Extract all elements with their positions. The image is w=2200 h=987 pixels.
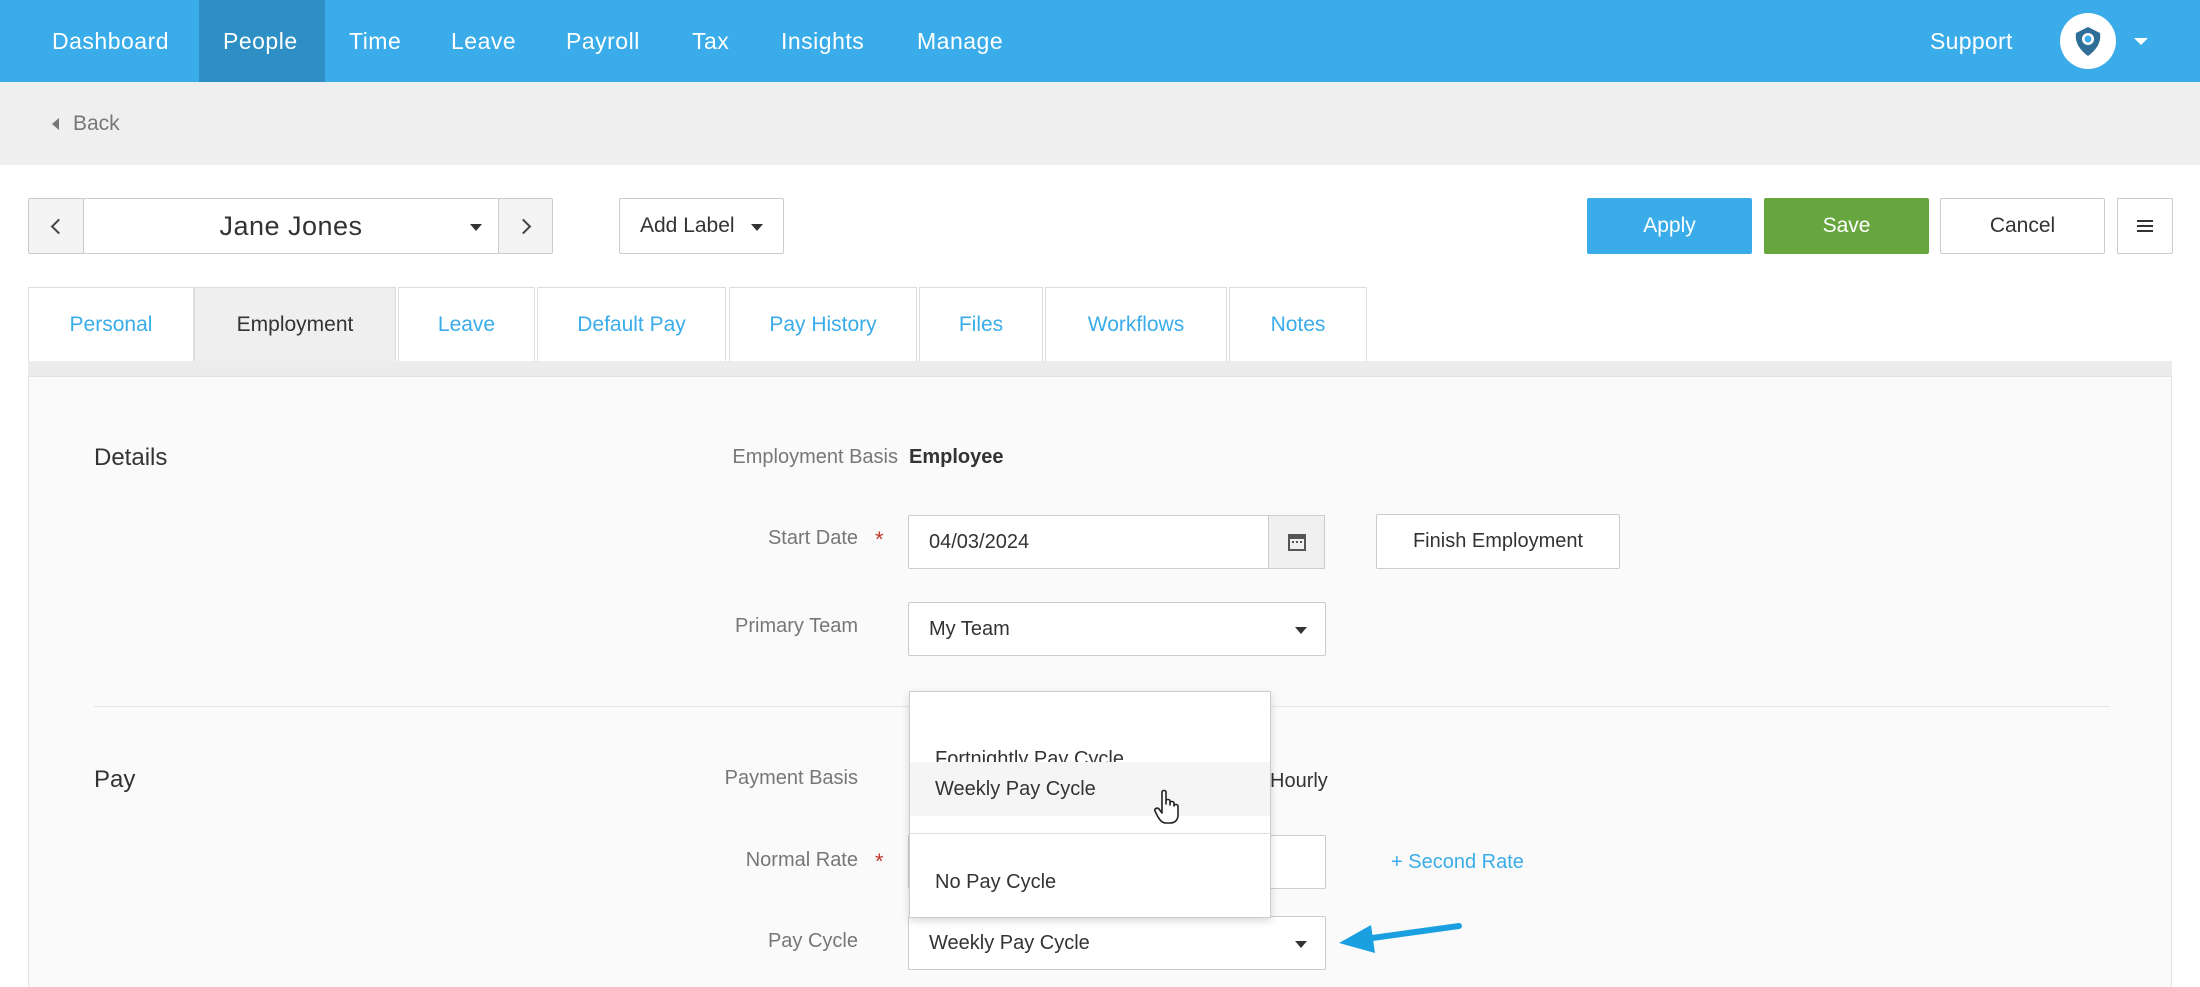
avatar-chevron-down-icon[interactable] (2134, 38, 2148, 45)
nav-insights[interactable]: Insights (757, 0, 888, 82)
nav-time[interactable]: Time (325, 0, 425, 82)
annotation-arrow-icon (1339, 923, 1462, 953)
apply-button[interactable]: Apply (1587, 198, 1752, 254)
nav-dashboard[interactable]: Dashboard (28, 0, 193, 82)
employment-basis-label: Employment Basis (732, 446, 898, 468)
required-marker: * (875, 527, 884, 552)
user-logo-icon (2075, 27, 2101, 56)
employee-select[interactable]: Jane Jones (83, 198, 499, 254)
nav-manage[interactable]: Manage (893, 0, 1027, 82)
date-picker-button[interactable] (1268, 515, 1325, 569)
previous-employee-button[interactable] (28, 198, 84, 254)
payment-basis-value: Hourly (1270, 770, 1328, 792)
primary-team-label: Primary Team (735, 615, 858, 637)
nav-people[interactable]: People (199, 0, 325, 82)
dropdown-separator (910, 833, 1270, 834)
tab-notes[interactable]: Notes (1229, 287, 1367, 361)
start-date-input[interactable]: 04/03/2024 (908, 515, 1270, 569)
required-marker: * (875, 849, 884, 874)
second-rate-link[interactable]: + Second Rate (1391, 851, 1524, 874)
nav-leave[interactable]: Leave (427, 0, 540, 82)
tab-employment[interactable]: Employment (194, 287, 396, 361)
user-avatar[interactable] (2060, 13, 2116, 69)
pay-cycle-value: Weekly Pay Cycle (929, 931, 1090, 954)
chevron-left-icon (50, 218, 66, 234)
tab-files[interactable]: Files (919, 287, 1043, 361)
tab-default-pay[interactable]: Default Pay (537, 287, 726, 361)
pay-cycle-label: Pay Cycle (767, 930, 858, 952)
employee-name: Jane Jones (219, 210, 363, 241)
hamburger-icon (2137, 220, 2153, 232)
tab-workflows[interactable]: Workflows (1045, 287, 1227, 361)
hand-cursor-icon (1154, 789, 1179, 824)
back-bar: Back (0, 82, 2200, 165)
pay-cycle-dropdown-menu: Fortnightly Pay Cycle Weekly Pay Cycle N… (909, 691, 1271, 918)
back-link[interactable]: Back (52, 112, 120, 136)
tab-leave[interactable]: Leave (398, 287, 535, 361)
dropdown-option-none[interactable]: No Pay Cycle (910, 855, 1270, 909)
details-section-title: Details (94, 444, 168, 471)
back-label: Back (73, 112, 120, 135)
pay-section-title: Pay (94, 766, 136, 793)
chevron-down-icon (470, 224, 482, 231)
nav-payroll[interactable]: Payroll (542, 0, 664, 82)
start-date-label: Start Date (767, 527, 858, 549)
caret-left-icon (52, 118, 59, 130)
payment-basis-label: Payment Basis (724, 767, 858, 789)
save-button[interactable]: Save (1764, 198, 1929, 254)
top-nav: Dashboard People Time Leave Payroll Tax … (0, 0, 2200, 82)
finish-employment-button[interactable]: Finish Employment (1376, 514, 1620, 569)
calendar-icon (1287, 533, 1306, 551)
nav-tax[interactable]: Tax (668, 0, 753, 82)
primary-team-value: My Team (929, 617, 1010, 640)
chevron-down-icon (751, 224, 763, 231)
pay-cycle-select[interactable]: Weekly Pay Cycle (908, 916, 1326, 970)
tab-pay-history[interactable]: Pay History (729, 287, 917, 361)
tab-personal[interactable]: Personal (28, 287, 194, 361)
more-menu-button[interactable] (2117, 198, 2173, 254)
dropdown-option-weekly[interactable]: Weekly Pay Cycle (910, 762, 1270, 816)
primary-team-select[interactable]: My Team (908, 602, 1326, 656)
chevron-down-icon (1295, 627, 1307, 634)
add-label-button[interactable]: Add Label (619, 198, 784, 254)
nav-support[interactable]: Support (1930, 0, 2013, 82)
chevron-right-icon (515, 218, 532, 234)
panel-header-strip (28, 361, 2172, 377)
add-label-text: Add Label (640, 214, 735, 237)
employment-basis-value: Employee (909, 446, 1004, 468)
cancel-button[interactable]: Cancel (1940, 198, 2105, 254)
normal-rate-label: Normal Rate (745, 849, 858, 871)
chevron-down-icon (1295, 941, 1307, 948)
next-employee-button[interactable] (498, 198, 553, 254)
